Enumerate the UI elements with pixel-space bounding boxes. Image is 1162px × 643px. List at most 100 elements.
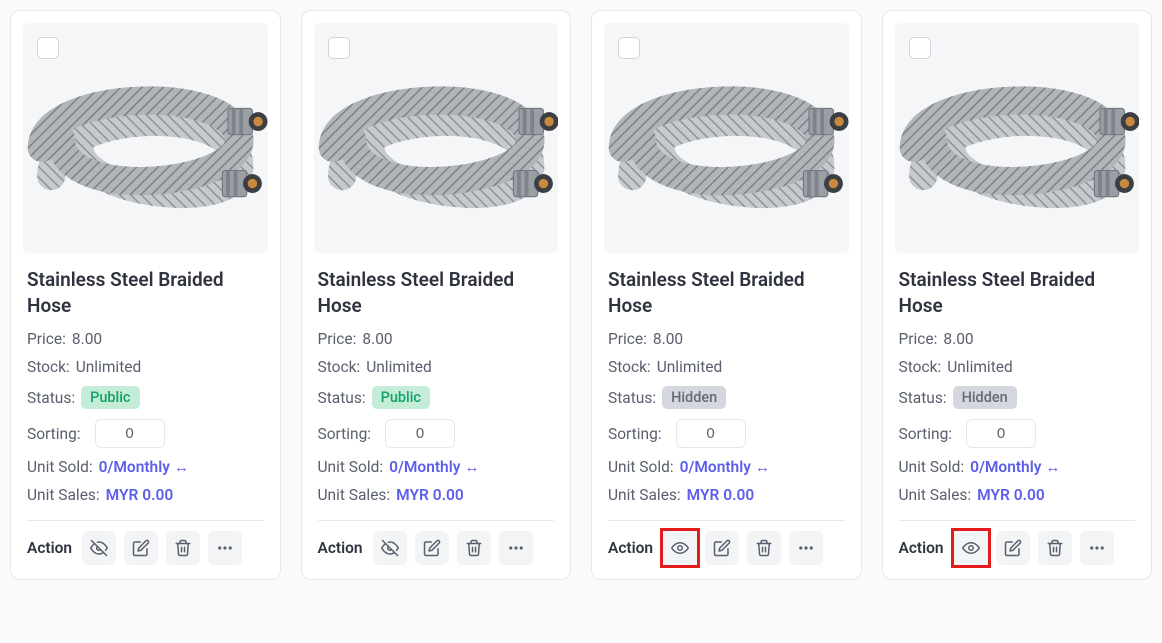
action-label: Action: [27, 539, 72, 557]
sorting-label: Sorting:: [899, 425, 953, 443]
unit-sales-row: Unit Sales: MYR 0.00: [27, 486, 264, 504]
unit-sold-label: Unit Sold:: [27, 458, 93, 476]
status-badge: Hidden: [953, 386, 1017, 409]
divider: [899, 520, 1136, 521]
more-button[interactable]: [1080, 531, 1114, 565]
sorting-input[interactable]: [385, 419, 455, 448]
unit-sold-link[interactable]: 0/Monthly ↔: [970, 458, 1060, 476]
price-row: Price: 8.00: [27, 330, 264, 348]
stock-value: Unlimited: [657, 358, 723, 376]
select-checkbox[interactable]: [618, 37, 640, 59]
status-row: Status: Public: [27, 386, 264, 409]
unit-sold-row: Unit Sold: 0/Monthly ↔: [899, 458, 1136, 476]
unit-sales-label: Unit Sales:: [318, 486, 391, 504]
sorting-input[interactable]: [95, 419, 165, 448]
swap-icon: ↔: [464, 458, 479, 476]
unit-sold-link[interactable]: 0/Monthly ↔: [389, 458, 479, 476]
product-card: Stainless Steel Braided Hose Price: 8.00…: [882, 10, 1153, 580]
sorting-input[interactable]: [966, 419, 1036, 448]
sorting-row: Sorting:: [608, 419, 845, 448]
price-label: Price:: [318, 330, 357, 348]
status-badge: Public: [81, 386, 139, 409]
price-label: Price:: [608, 330, 647, 348]
delete-button[interactable]: [1038, 531, 1072, 565]
status-badge: Public: [372, 386, 430, 409]
unit-sold-row: Unit Sold: 0/Monthly ↔: [27, 458, 264, 476]
unit-sales-value: MYR 0.00: [977, 486, 1045, 504]
action-label: Action: [899, 539, 944, 557]
sorting-label: Sorting:: [318, 425, 372, 443]
edit-button[interactable]: [124, 531, 158, 565]
status-label: Status:: [318, 389, 366, 407]
unit-sold-value: 0/Monthly: [99, 458, 170, 476]
delete-button[interactable]: [457, 531, 491, 565]
select-checkbox[interactable]: [328, 37, 350, 59]
sorting-label: Sorting:: [27, 425, 81, 443]
product-card: Stainless Steel Braided Hose Price: 8.00…: [10, 10, 281, 580]
edit-button[interactable]: [705, 531, 739, 565]
show-button[interactable]: [663, 531, 697, 565]
action-label: Action: [318, 539, 363, 557]
unit-sales-row: Unit Sales: MYR 0.00: [608, 486, 845, 504]
sorting-label: Sorting:: [608, 425, 662, 443]
action-row: Action: [899, 531, 1136, 565]
unit-sold-value: 0/Monthly: [970, 458, 1041, 476]
price-label: Price:: [899, 330, 938, 348]
product-card: Stainless Steel Braided Hose Price: 8.00…: [301, 10, 572, 580]
unit-sold-row: Unit Sold: 0/Monthly ↔: [318, 458, 555, 476]
stock-value: Unlimited: [366, 358, 432, 376]
status-label: Status:: [899, 389, 947, 407]
price-row: Price: 8.00: [608, 330, 845, 348]
stock-value: Unlimited: [947, 358, 1013, 376]
price-value: 8.00: [362, 330, 392, 348]
hide-button[interactable]: [373, 531, 407, 565]
sorting-input[interactable]: [676, 419, 746, 448]
swap-icon: ↔: [755, 458, 770, 476]
unit-sold-row: Unit Sold: 0/Monthly ↔: [608, 458, 845, 476]
select-checkbox[interactable]: [909, 37, 931, 59]
show-button[interactable]: [954, 531, 988, 565]
price-value: 8.00: [72, 330, 102, 348]
unit-sales-row: Unit Sales: MYR 0.00: [899, 486, 1136, 504]
unit-sales-label: Unit Sales:: [899, 486, 972, 504]
product-title: Stainless Steel Braided Hose: [608, 267, 845, 318]
action-label: Action: [608, 539, 653, 557]
select-checkbox[interactable]: [37, 37, 59, 59]
unit-sales-label: Unit Sales:: [608, 486, 681, 504]
action-row: Action: [608, 531, 845, 565]
divider: [608, 520, 845, 521]
status-badge: Hidden: [662, 386, 726, 409]
more-button[interactable]: [208, 531, 242, 565]
unit-sales-value: MYR 0.00: [396, 486, 464, 504]
sorting-row: Sorting:: [899, 419, 1136, 448]
sorting-row: Sorting:: [318, 419, 555, 448]
divider: [318, 520, 555, 521]
status-row: Status: Hidden: [899, 386, 1136, 409]
delete-button[interactable]: [166, 531, 200, 565]
unit-sold-label: Unit Sold:: [318, 458, 384, 476]
stock-row: Stock: Unlimited: [608, 358, 845, 376]
stock-label: Stock:: [899, 358, 942, 376]
unit-sold-link[interactable]: 0/Monthly ↔: [99, 458, 189, 476]
product-title: Stainless Steel Braided Hose: [899, 267, 1136, 318]
more-button[interactable]: [789, 531, 823, 565]
stock-label: Stock:: [27, 358, 70, 376]
product-image: [604, 23, 849, 253]
edit-button[interactable]: [415, 531, 449, 565]
stock-row: Stock: Unlimited: [318, 358, 555, 376]
stock-value: Unlimited: [76, 358, 142, 376]
price-label: Price:: [27, 330, 66, 348]
delete-button[interactable]: [747, 531, 781, 565]
status-label: Status:: [608, 389, 656, 407]
price-value: 8.00: [943, 330, 973, 348]
edit-button[interactable]: [996, 531, 1030, 565]
product-card: Stainless Steel Braided Hose Price: 8.00…: [591, 10, 862, 580]
hide-button[interactable]: [82, 531, 116, 565]
status-label: Status:: [27, 389, 75, 407]
status-row: Status: Public: [318, 386, 555, 409]
unit-sold-link[interactable]: 0/Monthly ↔: [680, 458, 770, 476]
product-title: Stainless Steel Braided Hose: [318, 267, 555, 318]
price-value: 8.00: [653, 330, 683, 348]
action-row: Action: [318, 531, 555, 565]
more-button[interactable]: [499, 531, 533, 565]
